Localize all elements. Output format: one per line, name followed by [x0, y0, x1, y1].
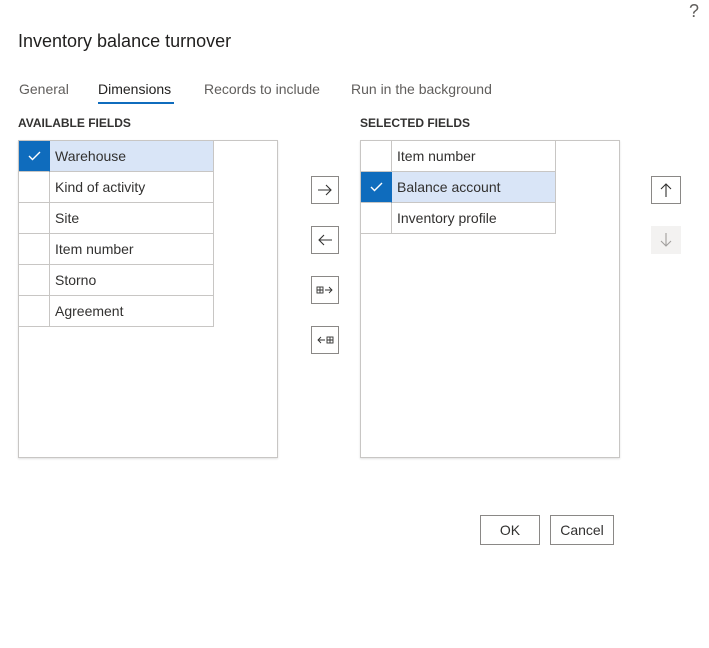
row-label: Agreement: [50, 296, 214, 327]
checkmark-icon: [28, 151, 41, 161]
row-label: Balance account: [392, 172, 556, 203]
row-label: Item number: [50, 234, 214, 265]
ok-button[interactable]: OK: [480, 515, 540, 545]
move-all-left-icon: [317, 336, 334, 344]
row-checkbox[interactable]: [361, 141, 392, 172]
active-tab-indicator: [98, 102, 174, 104]
row-checkbox[interactable]: [19, 141, 50, 172]
tab-dimensions[interactable]: Dimensions: [98, 80, 171, 98]
arrow-right-icon: [318, 184, 332, 196]
row-label: Kind of activity: [50, 172, 214, 203]
row-label: Warehouse: [50, 141, 214, 172]
tab-records-to-include[interactable]: Records to include: [204, 80, 320, 98]
row-label: Site: [50, 203, 214, 234]
row-checkbox[interactable]: [361, 203, 392, 234]
arrow-up-icon: [660, 183, 672, 197]
row-label: Item number: [392, 141, 556, 172]
available-row-item-number[interactable]: Item number: [19, 234, 214, 265]
selected-fields-list[interactable]: Item number Balance account Inventory pr…: [360, 140, 620, 458]
row-label: Storno: [50, 265, 214, 296]
move-down-button[interactable]: [651, 226, 681, 254]
row-label: Inventory profile: [392, 203, 556, 234]
selected-row-balance-account[interactable]: Balance account: [361, 172, 556, 203]
available-row-agreement[interactable]: Agreement: [19, 296, 214, 327]
selected-row-item-number[interactable]: Item number: [361, 141, 556, 172]
dialog-title: Inventory balance turnover: [18, 31, 232, 51]
selected-fields-header: SELECTED FIELDS: [360, 116, 471, 130]
available-row-storno[interactable]: Storno: [19, 265, 214, 296]
move-all-right-icon: [316, 286, 333, 294]
cancel-button[interactable]: Cancel: [550, 515, 614, 545]
row-checkbox[interactable]: [361, 172, 392, 203]
arrow-down-icon: [660, 233, 672, 247]
move-left-button[interactable]: [311, 226, 339, 254]
row-checkbox[interactable]: [19, 172, 50, 203]
tab-run-in-the-background[interactable]: Run in the background: [351, 80, 492, 98]
move-up-button[interactable]: [651, 176, 681, 204]
available-fields-header: AVAILABLE FIELDS: [18, 116, 131, 130]
move-all-left-button[interactable]: [311, 326, 339, 354]
available-fields-list[interactable]: Warehouse Kind of activity Site Item num…: [18, 140, 278, 458]
tab-general[interactable]: General: [19, 80, 69, 98]
available-row-kind-of-activity[interactable]: Kind of activity: [19, 172, 214, 203]
move-right-button[interactable]: [311, 176, 339, 204]
checkmark-icon: [370, 182, 383, 192]
available-row-warehouse[interactable]: Warehouse: [19, 141, 214, 172]
available-row-site[interactable]: Site: [19, 203, 214, 234]
row-checkbox[interactable]: [19, 296, 50, 327]
move-all-right-button[interactable]: [311, 276, 339, 304]
row-checkbox[interactable]: [19, 203, 50, 234]
help-icon[interactable]: ?: [689, 0, 699, 22]
row-checkbox[interactable]: [19, 234, 50, 265]
arrow-left-icon: [318, 234, 332, 246]
selected-row-inventory-profile[interactable]: Inventory profile: [361, 203, 556, 234]
row-checkbox[interactable]: [19, 265, 50, 296]
